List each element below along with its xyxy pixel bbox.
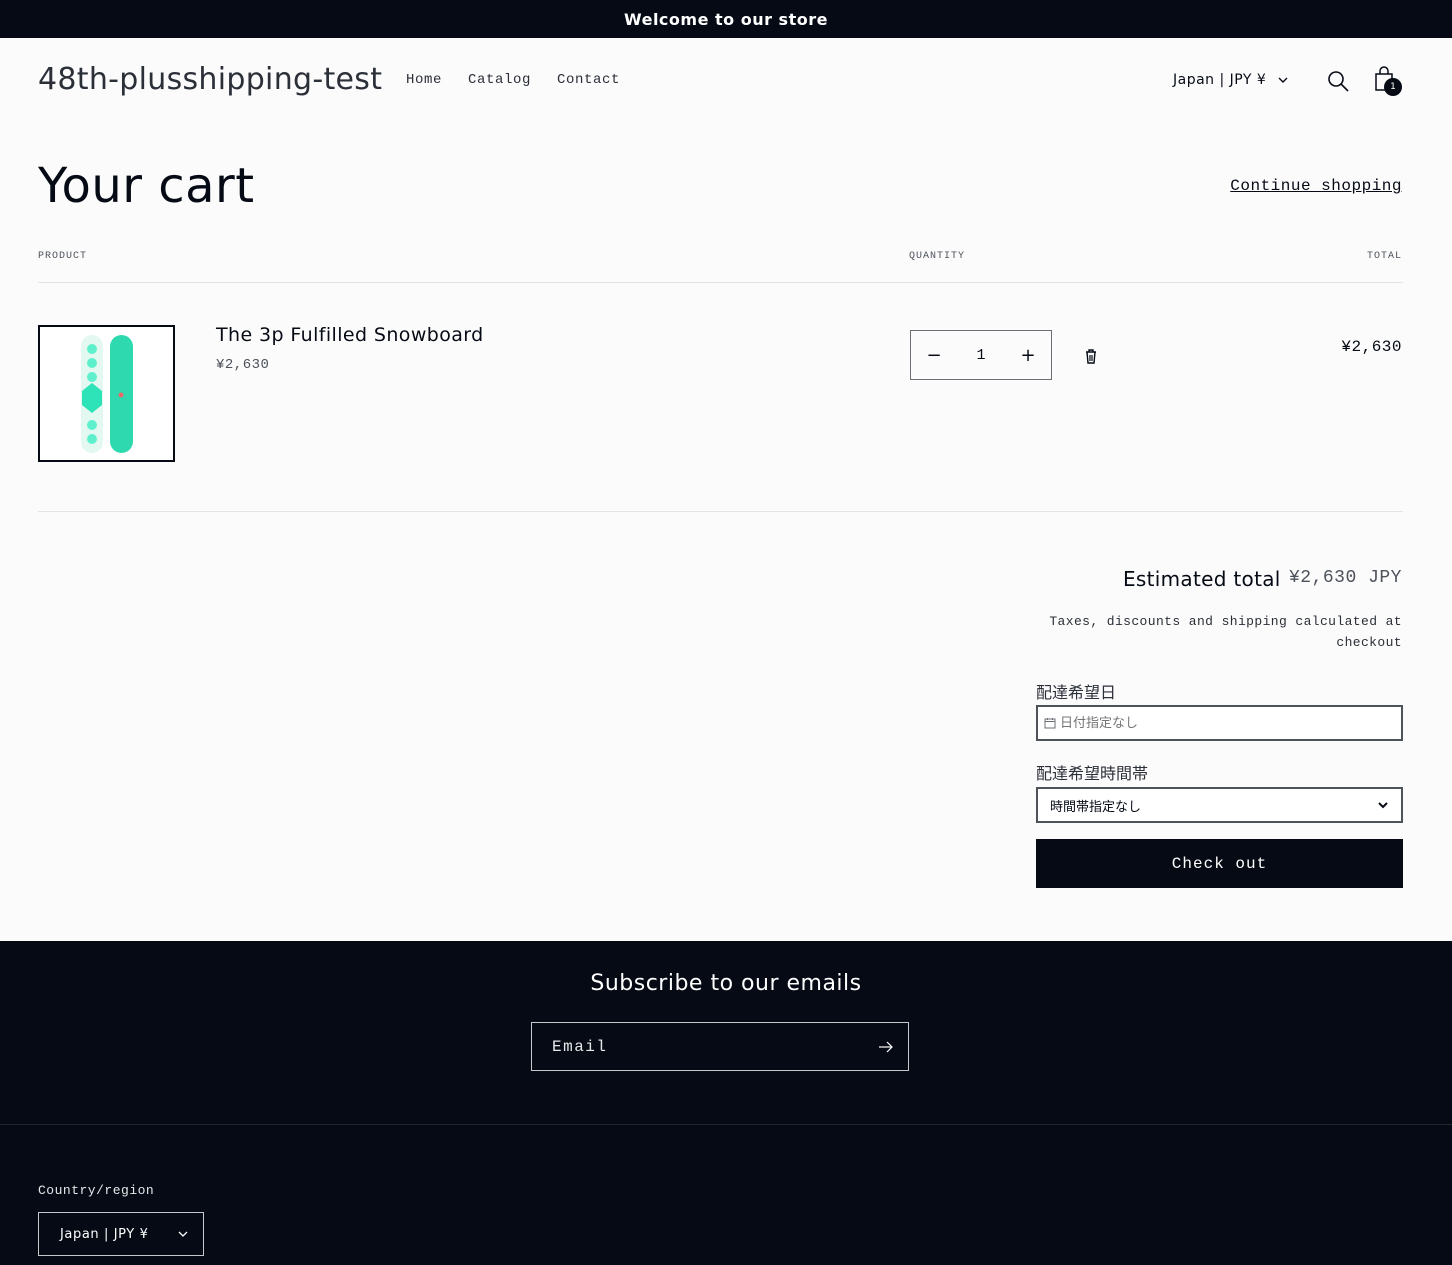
calendar-icon <box>1044 718 1056 729</box>
decrease-quantity-button[interactable]: − <box>921 342 947 368</box>
delivery-date-input[interactable] <box>1060 715 1380 731</box>
localization-selector[interactable]: Japan | JPY ¥ <box>1173 72 1290 88</box>
page-title: Your cart <box>38 158 255 214</box>
nav-contact[interactable]: Contact <box>557 72 620 88</box>
country-region-value: Japan | JPY ¥ <box>60 1226 149 1242</box>
newsletter-title: Subscribe to our emails <box>590 971 862 996</box>
newsletter-form <box>531 1022 909 1071</box>
footer-divider <box>0 1124 1452 1125</box>
search-icon[interactable] <box>1326 69 1350 93</box>
announcement-bar: Welcome to our store <box>0 0 1452 38</box>
delivery-time-label: 配達希望時間帯 <box>1036 764 1149 783</box>
delivery-date-field[interactable] <box>1036 705 1403 741</box>
nav-catalog[interactable]: Catalog <box>468 72 531 88</box>
country-region-selector[interactable]: Japan | JPY ¥ <box>38 1212 204 1256</box>
country-region-label: Country/region <box>38 1183 155 1198</box>
chevron-down-icon <box>1378 802 1388 809</box>
column-header-total: TOTAL <box>1366 251 1402 262</box>
column-header-quantity: QUANTITY <box>909 251 966 262</box>
checkout-button[interactable]: Check out <box>1036 839 1403 888</box>
tax-note: Taxes, discounts and shipping calculated… <box>1049 614 1402 650</box>
site-header: 48th-plusshipping-test Home Catalog Cont… <box>0 38 1452 124</box>
delivery-date-label: 配達希望日 <box>1036 683 1117 702</box>
snowboard-image <box>80 334 133 453</box>
column-header-product: PRODUCT <box>38 251 88 262</box>
email-input[interactable] <box>552 1037 862 1056</box>
increase-quantity-button[interactable]: + <box>1015 342 1041 368</box>
product-unit-price: ¥2,630 <box>216 357 270 373</box>
chevron-down-icon <box>178 1231 188 1237</box>
divider <box>38 511 1403 512</box>
line-total: ¥2,630 <box>1341 338 1402 356</box>
trash-icon[interactable] <box>1082 347 1100 365</box>
main-nav: Home Catalog Contact <box>406 72 620 88</box>
product-thumbnail[interactable] <box>38 325 175 462</box>
cart-count-badge: 1 <box>1384 78 1402 96</box>
delivery-time-selected: 時間帯指定なし <box>1050 799 1142 815</box>
continue-shopping-link[interactable]: Continue shopping <box>1230 177 1402 195</box>
quantity-stepper: − 1 + <box>910 330 1052 380</box>
product-title[interactable]: The 3p Fulfilled Snowboard <box>216 324 484 346</box>
arrow-right-icon[interactable] <box>878 1039 894 1055</box>
chevron-down-icon <box>1278 77 1288 83</box>
estimated-total-label: Estimated total <box>1123 567 1281 591</box>
quantity-value[interactable]: 1 <box>976 347 985 364</box>
store-logo[interactable]: 48th-plusshipping-test <box>38 62 382 97</box>
site-footer: Subscribe to our emails Country/region J… <box>0 941 1452 1265</box>
delivery-time-select[interactable]: 時間帯指定なし <box>1036 787 1403 823</box>
divider <box>38 282 1403 283</box>
estimated-total-value: ¥2,630 JPY <box>1288 568 1402 588</box>
localization-label: Japan | JPY ¥ <box>1173 72 1267 88</box>
nav-home[interactable]: Home <box>406 72 442 88</box>
announcement-text: Welcome to our store <box>624 9 828 29</box>
